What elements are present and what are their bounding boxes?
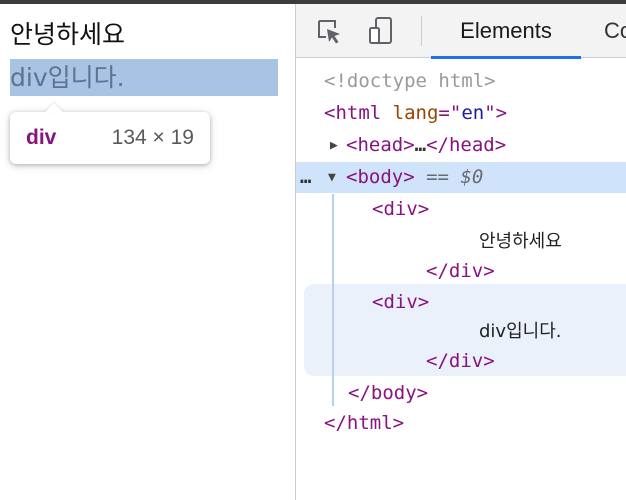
- tree-row-div2-text[interactable]: div입니다.: [296, 316, 626, 347]
- body-eq-sign: ==: [426, 166, 449, 188]
- page-div-greeting: 안녕하세요: [10, 20, 126, 49]
- html-attr-close: ">: [484, 102, 508, 124]
- tooltip-dimensions: 134 × 19: [111, 126, 194, 149]
- html-attr-eq: =": [438, 102, 462, 124]
- html-attr-value: en: [461, 102, 485, 124]
- tree-row-div1-open[interactable]: <div>: [296, 194, 626, 225]
- head-close-tag: </head>: [426, 134, 507, 156]
- html-attr-name: lang: [392, 102, 439, 124]
- page-viewport: 안녕하세요 div입니다. div 134 × 19: [0, 4, 295, 500]
- devtools-toolbar: Elements Co: [296, 4, 626, 59]
- doctype-text: <!doctype html>: [324, 70, 496, 92]
- div1-close-tag: </div>: [426, 260, 495, 282]
- tree-row-div1-close[interactable]: </div>: [296, 256, 626, 287]
- dom-tree: <!doctype html> <html lang="en"> ▶ <head…: [296, 58, 626, 500]
- inspect-tooltip: div 134 × 19: [10, 103, 210, 164]
- tree-row-body-close[interactable]: </body>: [296, 378, 626, 409]
- tab-console[interactable]: Co: [604, 4, 626, 58]
- tree-row-div2-close[interactable]: </div>: [296, 346, 626, 377]
- html-open-tag: <html: [324, 102, 382, 124]
- tab-elements[interactable]: Elements: [431, 4, 581, 59]
- tree-row-div2-open[interactable]: <div>: [296, 287, 626, 318]
- body-open-tag: <body>: [346, 166, 415, 188]
- toolbar-separator: [421, 16, 422, 46]
- tooltip-arrow: [44, 103, 64, 113]
- tree-row-div1-text[interactable]: 안녕하세요: [296, 226, 626, 257]
- div1-text-node: 안녕하세요: [479, 231, 562, 252]
- tree-row-body-selected[interactable]: … ▼ <body> == $0: [296, 162, 626, 193]
- body-console-var: $0: [460, 166, 484, 188]
- row-more-dots[interactable]: …: [300, 162, 311, 193]
- tooltip-tag-name: div: [26, 126, 57, 149]
- tree-row-html-close[interactable]: </html>: [296, 408, 626, 439]
- page-div-text: div입니다.: [10, 63, 125, 92]
- tree-row-head[interactable]: ▶ <head>…</head>: [296, 130, 626, 161]
- expand-arrow-icon[interactable]: ▶: [330, 130, 344, 161]
- div1-open-tag: <div>: [372, 198, 430, 220]
- body-close-tag: </body>: [348, 382, 429, 404]
- tab-elements-label: Elements: [460, 18, 552, 43]
- collapse-arrow-icon[interactable]: ▼: [328, 162, 342, 193]
- div2-open-tag: <div>: [372, 291, 430, 313]
- tab-console-label: Co: [604, 18, 626, 43]
- inspect-element-icon[interactable]: [314, 16, 344, 46]
- tree-row-doctype[interactable]: <!doctype html>: [296, 66, 626, 97]
- div2-close-tag: </div>: [426, 350, 495, 372]
- device-toolbar-icon[interactable]: [366, 16, 396, 46]
- devtools-panel: Elements Co <!doctype html> <html lang="…: [295, 4, 626, 500]
- tree-row-html[interactable]: <html lang="en">: [296, 98, 626, 129]
- head-open-tag: <head>: [346, 134, 415, 156]
- html-close-tag: </html>: [324, 412, 405, 434]
- div2-text-node: div입니다.: [479, 321, 562, 342]
- head-collapsed-ellipsis: …: [414, 134, 427, 156]
